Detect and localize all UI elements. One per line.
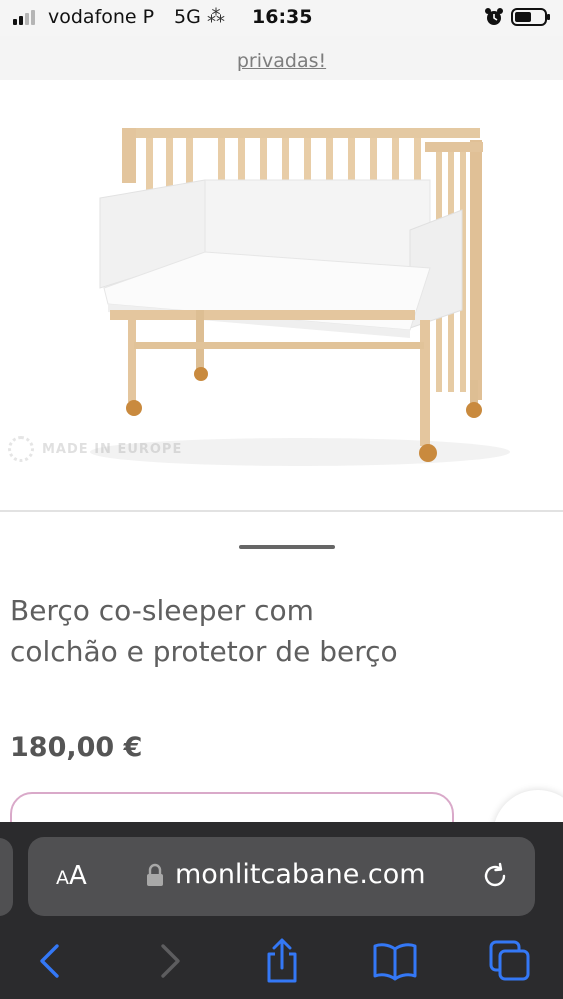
alarm-icon	[485, 8, 503, 25]
book-icon	[373, 943, 417, 981]
tabs-icon	[489, 940, 530, 981]
badge-label: MADE IN EUROPE	[42, 441, 183, 457]
promo-link[interactable]: privadas!	[237, 50, 326, 72]
bookmarks-button[interactable]	[371, 937, 419, 985]
promo-strip: privadas!	[0, 36, 563, 80]
chevron-right-icon	[161, 944, 180, 978]
made-in-europe-badge: MADE IN EUROPE	[8, 436, 182, 462]
previous-tab-peek[interactable]	[0, 838, 13, 916]
lock-icon	[147, 863, 163, 886]
image-divider	[0, 510, 563, 512]
share-button[interactable]	[258, 937, 306, 985]
signal-strength-icon	[13, 9, 35, 25]
sheet-grab-handle[interactable]	[239, 545, 335, 549]
browser-toolbar: AA monlitcabane.com	[0, 822, 563, 999]
carrier-name: vodafone P	[48, 6, 155, 28]
forward-button[interactable]	[145, 937, 193, 985]
text-size-button[interactable]: AA	[56, 861, 87, 891]
back-button[interactable]	[27, 937, 75, 985]
product-price: 180,00 €	[10, 732, 143, 763]
clock: 16:35	[252, 6, 313, 28]
reload-icon[interactable]	[480, 861, 510, 891]
activity-spinner-icon: ⁂	[207, 6, 225, 27]
share-icon	[267, 938, 297, 983]
url-domain: monlitcabane.com	[175, 859, 426, 890]
tabs-button[interactable]	[486, 937, 534, 985]
status-bar: vodafone P 5G ⁂ 16:35	[0, 0, 563, 36]
product-image[interactable]: MADE IN EUROPE	[0, 80, 563, 510]
chevron-left-icon	[40, 944, 59, 978]
badge-ring-icon	[8, 436, 34, 462]
battery-icon	[511, 8, 550, 26]
address-bar[interactable]: AA monlitcabane.com	[28, 837, 535, 916]
network-type: 5G	[174, 6, 201, 28]
product-title: Berço co-sleeper com colchão e protetor …	[10, 594, 398, 668]
